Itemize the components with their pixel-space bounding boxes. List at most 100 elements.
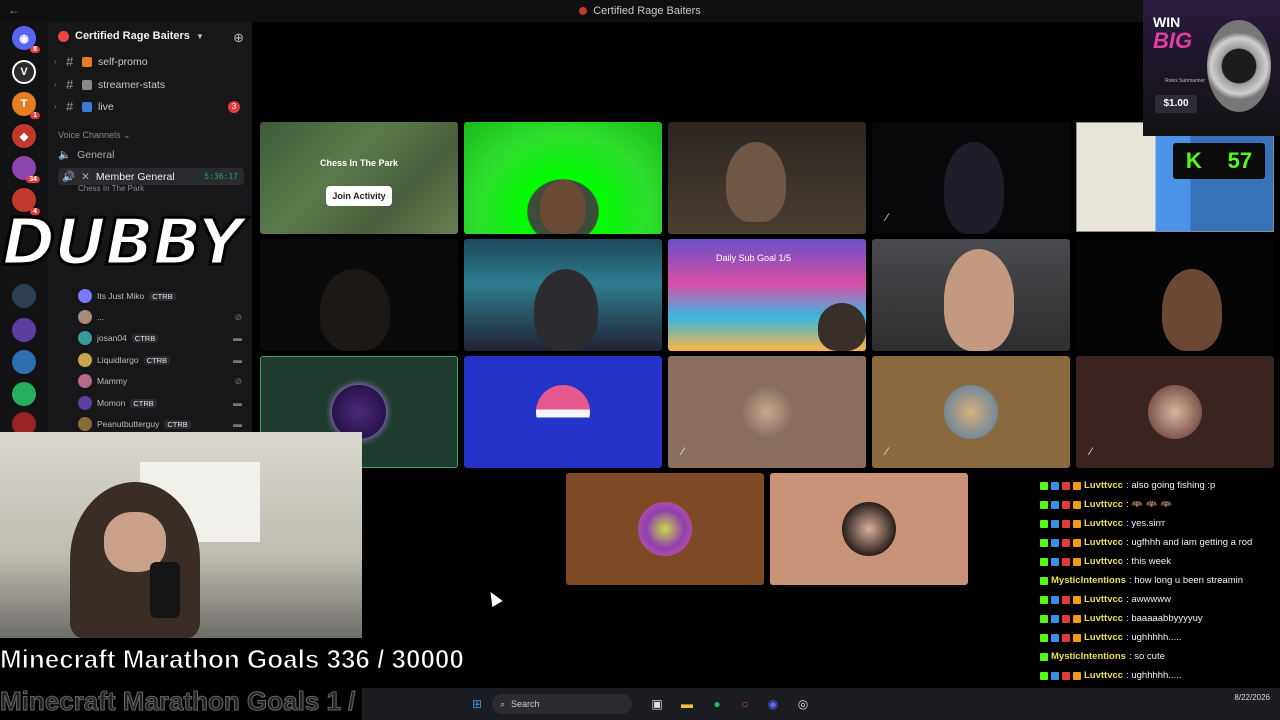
participant-video (534, 269, 598, 351)
chat-text: : how long u been streamin (1128, 575, 1244, 586)
collapse-arrow-icon: › (54, 80, 57, 89)
video-tile[interactable] (872, 239, 1070, 351)
chat-badge-icon (1073, 595, 1081, 604)
server-icon-t[interactable]: T1 (12, 92, 40, 119)
server-icon-trig[interactable] (12, 284, 36, 308)
join-activity-button[interactable]: Join Activity (326, 186, 392, 206)
avatar (1148, 385, 1202, 439)
server-icon-v[interactable]: V (12, 60, 36, 84)
video-tile[interactable] (770, 473, 968, 585)
voice-channels-header[interactable]: Voice Channels ⌄ (58, 130, 131, 141)
chat-badge-icon (1051, 671, 1059, 680)
obs-icon[interactable]: ◎ (794, 695, 812, 713)
voice-channel-member-general[interactable]: 🔊 ✕ Member General 5:36:17 (58, 168, 244, 185)
chat-badge-icon (1040, 576, 1048, 585)
video-tile[interactable] (566, 473, 764, 585)
chat-badge-icon (1073, 614, 1081, 623)
file-explorer-icon[interactable]: ▬ (678, 695, 696, 713)
video-tile[interactable] (464, 239, 662, 351)
game-overlay-text: Daily Sub Goal 1/5 (716, 253, 792, 263)
unread-badge: 3 (228, 100, 240, 113)
member-item[interactable]: Peanutbutterguy CTRB ▬ (78, 417, 242, 431)
add-member-icon[interactable]: ⊕ (233, 30, 244, 46)
member-item[interactable]: Liquidlargo CTRB ▬ (78, 353, 242, 367)
video-tile[interactable]: ⁄ (872, 122, 1070, 234)
participant-video (1162, 269, 1222, 351)
participant-video (320, 269, 390, 351)
chat-text: : yes.sirrr (1126, 518, 1166, 529)
guild-icon (58, 30, 69, 42)
chat-badge-icon (1062, 481, 1070, 490)
search-icon: ⌕ (500, 698, 506, 709)
video-tile[interactable]: ⁄ (872, 356, 1070, 468)
speaker-icon: 🔊 (62, 171, 76, 183)
back-arrow-icon[interactable]: ← (8, 3, 20, 17)
chat-message: Luvttvcc: 🦇 🦇 🦇 (1040, 499, 1172, 510)
video-tile[interactable] (1076, 239, 1274, 351)
video-tile[interactable] (260, 239, 458, 351)
close-icon[interactable]: ✕ (81, 171, 90, 183)
chat-badge-icon (1062, 614, 1070, 623)
chat-badge-icon (1051, 481, 1059, 490)
task-view-icon[interactable]: ▣ (648, 695, 666, 713)
muted-icon: ⊘ (234, 311, 242, 322)
spotify-icon[interactable]: ● (708, 695, 726, 713)
chat-badge-icon (1040, 538, 1048, 547)
video-icon: ▬ (233, 398, 242, 408)
discord-home-icon[interactable]: ◉ 8 (12, 26, 40, 53)
server-icon-green[interactable] (12, 382, 36, 406)
guild-header[interactable]: Certified Rage Baiters ▼ (58, 30, 204, 42)
muted-mic-icon: ⁄ (1090, 446, 1092, 458)
chat-text: : so cute (1128, 651, 1165, 662)
opera-icon[interactable]: ○ (736, 695, 754, 713)
server-icon-blue[interactable] (12, 350, 36, 374)
kick-logo-icon: K (1185, 148, 1202, 173)
chat-text: : ughhhhh..... (1126, 670, 1182, 681)
member-item[interactable]: Its Just Miko CTRB (78, 289, 242, 303)
channel-streamer-stats[interactable]: › # streamer-stats (54, 77, 244, 92)
chat-badge-icon (1073, 481, 1081, 490)
server-icon (579, 7, 588, 15)
discord-taskbar-icon[interactable]: ◉ (764, 695, 782, 713)
search-box[interactable]: ⌕ Search (492, 694, 632, 714)
avatar (332, 385, 386, 439)
windows-start-icon[interactable]: ⊞ (468, 695, 486, 713)
stats-icon (82, 79, 92, 90)
server-icon-red[interactable]: ◆ (12, 124, 36, 148)
chat-message: Luvttvcc: ugfhhh and iam getting a rod (1040, 537, 1252, 548)
server-icon-purple-2[interactable] (12, 318, 36, 342)
video-tile[interactable] (464, 122, 662, 234)
avatar (740, 385, 794, 439)
chat-text: : ugfhhh and iam getting a rod (1126, 537, 1253, 548)
chat-badge-icon (1073, 519, 1081, 528)
chat-message: Luvttvcc: ughhhhh..... (1040, 632, 1182, 643)
chat-badge-icon (1062, 519, 1070, 528)
member-item[interactable]: Mammy ⊘ (78, 374, 242, 388)
video-tile[interactable] (668, 122, 866, 234)
member-item[interactable]: Momon CTRB ▬ (78, 396, 242, 410)
video-tile[interactable]: ⁄ (668, 356, 866, 468)
title-bar: ← Certified Rage Baiters (0, 0, 1280, 22)
avatar (78, 374, 92, 388)
member-item[interactable]: ... ⊘ (78, 310, 242, 324)
chat-text: : 🦇 🦇 🦇 (1126, 499, 1173, 510)
video-tile[interactable] (464, 356, 662, 468)
play-icon (82, 101, 92, 112)
activity-tile[interactable]: Chess In The Park Join Activity (260, 122, 458, 234)
watch-image (1207, 20, 1271, 112)
channel-live[interactable]: › # live 3 (54, 99, 244, 114)
muted-mic-icon: ⁄ (682, 446, 684, 458)
hash-icon: # (66, 99, 74, 114)
server-icon-purple[interactable]: 34 (12, 156, 40, 183)
video-tile[interactable]: Daily Sub Goal 1/5 (668, 239, 866, 351)
chat-message: Luvttvcc: yes.sirrr (1040, 518, 1165, 529)
video-tile[interactable]: ⁄ (1076, 356, 1274, 468)
channel-self-promo[interactable]: › # self-promo (54, 54, 244, 69)
chat-badge-icon (1040, 519, 1048, 528)
voice-channel-general[interactable]: 🔈 General (58, 148, 244, 162)
member-item[interactable]: josan04 CTRB ▬ (78, 331, 242, 345)
screen: ← Certified Rage Baiters ◉ 8 V T1 ◆ 34 4 … (0, 0, 1280, 720)
chat-badge-icon (1040, 557, 1048, 566)
muted-mic-icon: ⁄ (886, 446, 888, 458)
microphone (150, 562, 180, 618)
